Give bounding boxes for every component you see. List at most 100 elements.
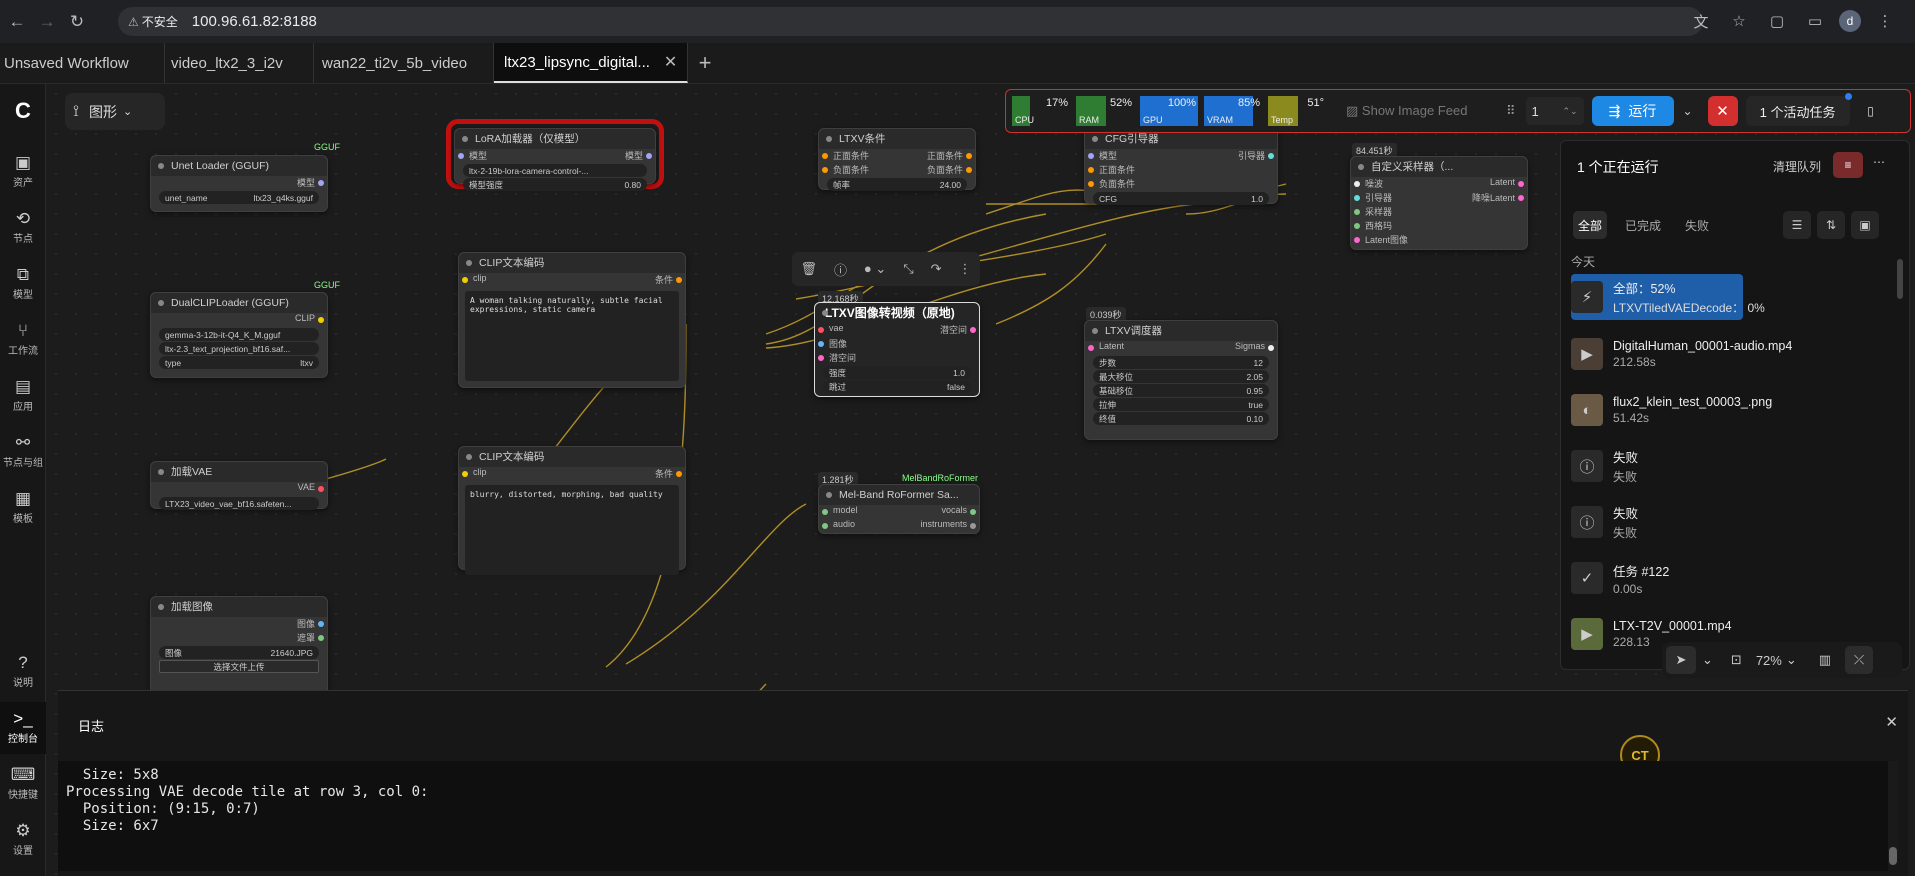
sidebar-item-templates[interactable]: ▦ 模板 bbox=[0, 488, 46, 525]
drag-handle-icon[interactable]: ⠿ bbox=[1506, 103, 1516, 119]
node-melband-roformer[interactable]: Mel-Band RoFormer Sa... model vocals audi… bbox=[818, 484, 980, 534]
log-scrollbar[interactable] bbox=[1888, 761, 1898, 865]
queue-item[interactable]: ✓ 任务 #122 0.00s bbox=[1571, 555, 1901, 601]
bookmark-star-icon[interactable]: ☆ bbox=[1725, 7, 1753, 35]
input-socket[interactable] bbox=[462, 277, 468, 283]
queue-item[interactable]: ⓘ 失败 失败 bbox=[1571, 499, 1901, 545]
sidebar-item-help[interactable]: ? 说明 bbox=[0, 652, 46, 689]
input-socket[interactable] bbox=[818, 327, 824, 333]
bypass-widget[interactable]: 跳过 false bbox=[823, 380, 971, 393]
log-scroll-thumb[interactable] bbox=[1889, 847, 1897, 865]
run-button[interactable]: ⇶ 运行 bbox=[1591, 96, 1674, 126]
sidebar-item-groups[interactable]: ⚯ 节点与组 bbox=[0, 432, 46, 469]
vae-name-widget[interactable]: LTX23_video_vae_bf16.safeten... bbox=[159, 497, 319, 510]
prompt-textarea[interactable]: A woman talking naturally, subtle facial… bbox=[465, 291, 679, 381]
select-tool-icon[interactable]: ➤ bbox=[1666, 646, 1696, 674]
node-clip-text-negative[interactable]: CLIP文本编码 clip 条件 blurry, distorted, morph… bbox=[458, 446, 686, 575]
output-socket[interactable] bbox=[966, 167, 972, 173]
stretch-toggle[interactable]: 拉伸 true bbox=[1093, 398, 1269, 411]
active-tasks-button[interactable]: 1 个活动任务 bbox=[1745, 93, 1852, 126]
node-dualclip-loader[interactable]: DualCLIPLoader (GGUF) CLIP gemma-3-12b-i… bbox=[150, 292, 328, 378]
filter-completed-tab[interactable]: 已完成 bbox=[1625, 217, 1661, 234]
back-icon[interactable]: ← bbox=[2, 7, 32, 37]
node-ltxv-img-to-video[interactable]: LTXV图像转视频（原地) vae 潜空间 图像 潜空间 强度 1.0 跳过 fals… bbox=[814, 302, 980, 397]
node-ltxv-conditioning[interactable]: LTXV条件 正面条件 正面条件 负面条件 负面条件 帧率 24.00 bbox=[818, 128, 976, 191]
input-socket[interactable] bbox=[1354, 181, 1360, 187]
output-socket[interactable] bbox=[1268, 345, 1274, 351]
add-tab-icon[interactable]: + bbox=[688, 43, 722, 83]
trash-icon[interactable]: 🗑 bbox=[800, 261, 817, 277]
node-unet-loader[interactable]: Unet Loader (GGUF) 模型 unet_name ltx23_q4k… bbox=[150, 155, 328, 212]
output-socket[interactable] bbox=[646, 153, 652, 159]
sidebar-item-console[interactable]: >_ 控制台 bbox=[0, 702, 46, 754]
filter-all-tab[interactable]: 全部 bbox=[1573, 211, 1607, 239]
sidebar-item-workflow[interactable]: ⑂ 工作流 bbox=[0, 320, 46, 357]
logo-icon[interactable]: C bbox=[0, 100, 46, 122]
output-socket[interactable] bbox=[970, 327, 976, 333]
link-visibility-icon[interactable]: ⤫ bbox=[1845, 646, 1874, 674]
input-socket[interactable] bbox=[1354, 237, 1360, 243]
output-socket[interactable] bbox=[318, 486, 324, 492]
batch-count-input[interactable]: 1 ⌃⌄ bbox=[1525, 97, 1584, 125]
extensions-icon[interactable]: ▢ bbox=[1763, 7, 1791, 35]
filter-icon[interactable]: ☰ bbox=[1783, 211, 1811, 239]
insecure-badge[interactable]: ⚠ 不安全 bbox=[128, 13, 178, 30]
cfg-widget[interactable]: CFG 1.0 bbox=[1093, 192, 1269, 205]
sort-icon[interactable]: ⇅ bbox=[1817, 211, 1845, 239]
sidebar-item-models[interactable]: ⧉ 模型 bbox=[0, 264, 46, 301]
node-load-vae[interactable]: 加载VAE VAE LTX23_video_vae_bf16.safeten..… bbox=[150, 461, 328, 510]
tab-unsaved-workflow[interactable]: Unsaved Workflow bbox=[0, 43, 165, 83]
node-cfg-guider[interactable]: CFG引导器 模型 引导器 正面条件 负面条件 CFG 1.0 bbox=[1084, 128, 1278, 205]
tab-ltx23-lipsync[interactable]: ltx23_lipsync_digital... ✕ bbox=[494, 43, 688, 83]
input-socket[interactable] bbox=[822, 153, 828, 159]
output-socket[interactable] bbox=[318, 635, 324, 641]
upload-button[interactable]: 选择文件上传 bbox=[159, 660, 319, 673]
unet-name-widget[interactable]: unet_name ltx23_q4ks.gguf bbox=[159, 191, 319, 204]
sidebar-item-assets[interactable]: ▣ 资产 bbox=[0, 152, 46, 189]
steps-widget[interactable]: 步数 12 bbox=[1093, 356, 1269, 369]
output-socket[interactable] bbox=[1518, 181, 1524, 187]
tab-video-ltx2[interactable]: video_ltx2_3_i2v bbox=[165, 43, 314, 83]
lora-name-widget[interactable]: ltx-2-19b-lora-camera-control-... bbox=[463, 164, 647, 177]
input-socket[interactable] bbox=[458, 153, 464, 159]
sidebar-item-nodes[interactable]: ⟲ 节点 bbox=[0, 208, 46, 245]
clip-name2-widget[interactable]: ltx-2.3_text_projection_bf16.saf... bbox=[159, 342, 319, 355]
chevron-down-icon[interactable]: ⌄ bbox=[1786, 652, 1797, 668]
prompt-textarea[interactable]: blurry, distorted, morphing, bad quality bbox=[465, 485, 679, 575]
output-socket[interactable] bbox=[676, 471, 682, 477]
graph-mode-button[interactable]: ⟟ 图形 ⌄ bbox=[65, 93, 165, 130]
output-socket[interactable] bbox=[970, 523, 976, 529]
profile-avatar[interactable]: d bbox=[1839, 10, 1861, 32]
log-output[interactable]: Size: 5x8 Processing VAE decode tile at r… bbox=[58, 761, 1888, 871]
close-icon[interactable]: ✕ bbox=[1885, 713, 1898, 731]
input-socket[interactable] bbox=[818, 341, 824, 347]
input-socket[interactable] bbox=[1088, 345, 1094, 351]
clear-queue-icon[interactable]: ≡ bbox=[1833, 152, 1863, 178]
base-shift-widget[interactable]: 基础移位 0.95 bbox=[1093, 384, 1269, 397]
node-load-image[interactable]: 加载图像 图像 遮罩 图像 21640.JPG 选择文件上传 bbox=[150, 596, 328, 696]
fit-view-icon[interactable]: ⊡ bbox=[1731, 652, 1742, 668]
sidebar-item-settings[interactable]: ⚙ 设置 bbox=[0, 820, 46, 857]
sidebar-item-shortcuts[interactable]: ⌨ 快捷键 bbox=[0, 764, 46, 801]
collapse-icon[interactable]: ⤡ bbox=[903, 261, 913, 277]
input-socket[interactable] bbox=[462, 471, 468, 477]
queue-item[interactable]: ▶ DigitalHuman_00001-audio.mp4 212.58s bbox=[1571, 331, 1901, 377]
filter-failed-tab[interactable]: 失败 bbox=[1685, 217, 1709, 234]
output-socket[interactable] bbox=[970, 509, 976, 515]
info-icon[interactable]: ⓘ bbox=[834, 260, 847, 279]
color-icon[interactable]: ● ⌄ bbox=[864, 261, 886, 277]
more-icon[interactable]: ⋮ bbox=[958, 261, 971, 277]
output-socket[interactable] bbox=[966, 153, 972, 159]
input-socket[interactable] bbox=[818, 355, 824, 361]
address-bar[interactable]: ⚠ 不安全 100.96.61.82:8188 bbox=[118, 7, 1703, 36]
terminal-widget[interactable]: 终值 0.10 bbox=[1093, 412, 1269, 425]
max-shift-widget[interactable]: 最大移位 2.05 bbox=[1093, 370, 1269, 383]
image-widget[interactable]: 图像 21640.JPG bbox=[159, 646, 319, 659]
clip-name1-widget[interactable]: gemma-3-12b-it-Q4_K_M.gguf bbox=[159, 328, 319, 341]
menu-dots-icon[interactable]: ⋮ bbox=[1871, 7, 1899, 35]
input-socket[interactable] bbox=[1088, 153, 1094, 159]
input-socket[interactable] bbox=[1354, 223, 1360, 229]
input-socket[interactable] bbox=[822, 523, 828, 529]
tab-wan22[interactable]: wan22_ti2v_5b_video bbox=[314, 43, 494, 83]
image-feed-toggle[interactable]: ▨ Show Image Feed bbox=[1346, 103, 1496, 119]
